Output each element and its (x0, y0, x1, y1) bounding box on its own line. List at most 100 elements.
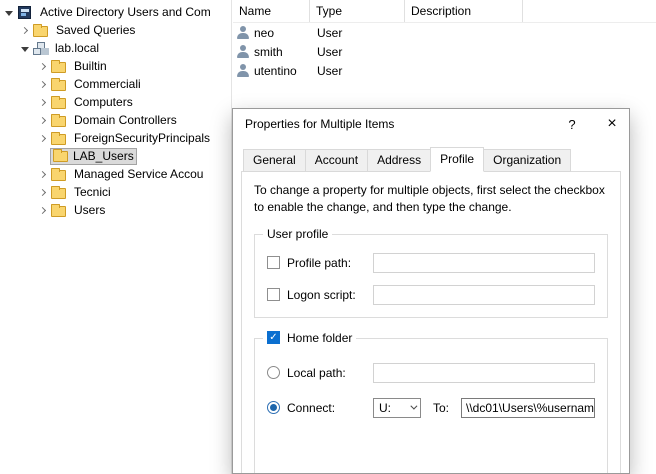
connect-label: Connect: (287, 401, 373, 415)
folder-icon (33, 26, 48, 37)
profile-path-label: Profile path: (287, 256, 373, 270)
help-icon[interactable]: ? (555, 109, 589, 139)
profile-path-input[interactable] (373, 253, 595, 273)
logon-script-checkbox[interactable] (267, 288, 280, 301)
connect-row: Connect: U: To: \\dc01\Users\%username% (267, 398, 595, 418)
logon-script-label: Logon script: (287, 288, 373, 302)
tree-item-saved-queries[interactable]: Saved Queries (0, 21, 231, 39)
user-profile-group: User profile Profile path: Logon script: (254, 234, 608, 318)
logon-script-row: Logon script: (267, 285, 595, 305)
object-name: smith (254, 45, 283, 59)
chevron-right-icon[interactable] (36, 167, 50, 181)
properties-dialog: Properties for Multiple Items ? × Genera… (232, 108, 630, 474)
selected-tree-item[interactable]: LAB_Users (50, 148, 137, 165)
chevron-right-icon[interactable] (36, 59, 50, 73)
column-header-description[interactable]: Description (405, 0, 523, 22)
chevron-right-icon[interactable] (36, 185, 50, 199)
intro-text: To change a property for multiple object… (254, 182, 608, 216)
home-folder-checkbox[interactable]: ✓ (267, 331, 280, 344)
profile-path-checkbox[interactable] (267, 256, 280, 269)
folder-icon (51, 80, 66, 91)
local-path-row: Local path: (267, 363, 595, 383)
tree-item-label: Domain Controllers (71, 112, 180, 128)
chevron-right-icon[interactable] (36, 95, 50, 109)
tree-item-domain-controllers[interactable]: Domain Controllers (0, 111, 231, 129)
tree-item-label: ForeignSecurityPrincipals (71, 130, 213, 146)
tree-item-label: LAB_Users (73, 149, 134, 163)
tree-item-label: Builtin (71, 58, 110, 74)
chevron-right-icon[interactable] (36, 113, 50, 127)
tree-item-root[interactable]: Active Directory Users and Com (0, 3, 231, 21)
list-item[interactable]: utentino User (233, 62, 656, 80)
tree-item-domain[interactable]: lab.local (0, 39, 231, 57)
console-tree: Active Directory Users and Com Saved Que… (0, 0, 232, 474)
tab-profile[interactable]: Profile (430, 147, 484, 172)
home-folder-label: Home folder (287, 331, 352, 345)
tree-item-label: Active Directory Users and Com (37, 4, 214, 20)
connect-radio[interactable] (267, 401, 280, 414)
chevron-down-icon (410, 403, 417, 410)
logon-script-input[interactable] (373, 285, 595, 305)
tab-account[interactable]: Account (305, 149, 368, 172)
tree-item-users[interactable]: Users (0, 201, 231, 219)
drive-letter-value: U: (379, 401, 391, 415)
local-path-label: Local path: (287, 366, 373, 380)
tree-item-label: Users (71, 202, 108, 218)
folder-icon (51, 98, 66, 109)
tab-organization[interactable]: Organization (483, 149, 571, 172)
tab-address[interactable]: Address (367, 149, 431, 172)
tree-item-label: Managed Service Accou (71, 166, 206, 182)
tree-item-label: Tecnici (71, 184, 114, 200)
tree-item-commerciali[interactable]: Commerciali (0, 75, 231, 93)
object-type: User (310, 26, 405, 40)
local-path-radio[interactable] (267, 366, 280, 379)
to-label: To: (433, 401, 461, 415)
chevron-down-icon[interactable] (2, 5, 16, 19)
tree-item-lab-users[interactable]: LAB_Users (0, 147, 231, 165)
tree-item-label: Computers (71, 94, 136, 110)
tree-item-foreign-security-principals[interactable]: ForeignSecurityPrincipals (0, 129, 231, 147)
folder-icon (51, 170, 66, 181)
folder-icon (51, 188, 66, 199)
domain-icon (33, 42, 47, 55)
tree-item-tecnici[interactable]: Tecnici (0, 183, 231, 201)
column-header-type[interactable]: Type (310, 0, 405, 22)
profile-tab-page: To change a property for multiple object… (241, 171, 621, 473)
active-directory-root-icon (18, 6, 31, 19)
profile-path-row: Profile path: (267, 253, 595, 273)
user-icon (236, 45, 250, 59)
list-item[interactable]: neo User (233, 24, 656, 42)
column-header-name[interactable]: Name (233, 0, 310, 22)
dialog-titlebar[interactable]: Properties for Multiple Items ? × (233, 109, 629, 139)
user-profile-group-label: User profile (263, 227, 332, 241)
folder-icon (51, 116, 66, 127)
list-item[interactable]: smith User (233, 43, 656, 61)
object-type: User (310, 64, 405, 78)
chevron-right-icon[interactable] (36, 131, 50, 145)
home-folder-legend: ✓ Home folder (263, 331, 356, 345)
tree-item-label: Commerciali (71, 76, 144, 92)
chevron-down-icon[interactable] (18, 41, 32, 55)
aduc-window: Active Directory Users and Com Saved Que… (0, 0, 656, 474)
chevron-right-icon[interactable] (18, 23, 32, 37)
close-icon[interactable]: × (595, 109, 629, 139)
home-folder-path-input[interactable]: \\dc01\Users\%username% (461, 398, 595, 418)
tree-item-builtin[interactable]: Builtin (0, 57, 231, 75)
folder-icon (51, 134, 66, 145)
chevron-right-icon[interactable] (36, 203, 50, 217)
user-icon (236, 26, 250, 40)
folder-icon (51, 62, 66, 73)
tree-item-computers[interactable]: Computers (0, 93, 231, 111)
user-icon (236, 64, 250, 78)
drive-letter-select[interactable]: U: (373, 398, 421, 418)
home-folder-group: ✓ Home folder Local path: Connect: U: To… (254, 338, 608, 473)
tree-item-label: lab.local (52, 40, 102, 56)
folder-icon (51, 206, 66, 217)
tab-general[interactable]: General (243, 149, 306, 172)
tab-strip: General Account Address Profile Organiza… (233, 139, 629, 172)
object-type: User (310, 45, 405, 59)
chevron-right-icon[interactable] (36, 77, 50, 91)
local-path-input[interactable] (373, 363, 595, 383)
tree-item-managed-service-accounts[interactable]: Managed Service Accou (0, 165, 231, 183)
object-name: neo (254, 26, 274, 40)
